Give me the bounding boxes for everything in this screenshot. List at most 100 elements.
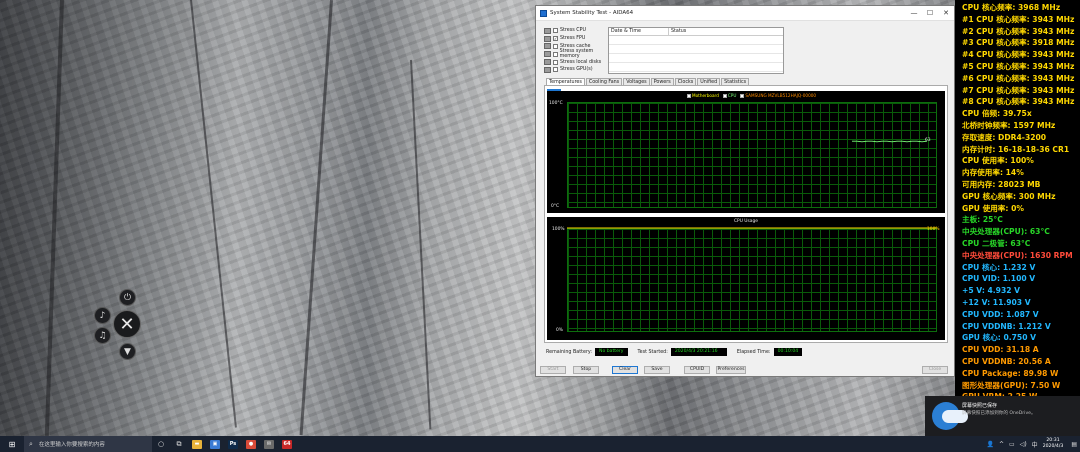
preferences-button[interactable]: Preferences [716, 366, 746, 374]
table-row [609, 63, 783, 72]
osd-sensor-line: CPU Package: 89.98 W [962, 368, 1059, 378]
stress-option-label: Stress system memory [559, 49, 594, 60]
cortana-icon[interactable]: ○ [152, 436, 170, 452]
osd-sensor-line: 存取速度: DDR4-3200 [962, 132, 1047, 142]
toast-body: 屏幕快照已添加到你的 OneDrive。 [962, 411, 1036, 416]
log-table[interactable]: Date & Time Status [608, 27, 784, 74]
stress-checkbox[interactable] [553, 43, 558, 49]
usage-right-label: 100% [927, 227, 940, 232]
osd-sensor-line: #7 CPU 核心频率: 3943 MHz [962, 85, 1075, 95]
start-button[interactable]: Start [540, 366, 566, 374]
tab-cooling-fans[interactable]: Cooling Fans [585, 78, 623, 85]
stress-checkbox[interactable] [552, 51, 558, 57]
chrome-icon[interactable]: ● [242, 436, 260, 452]
test-started-label: Test Started: [637, 349, 668, 355]
aida64-icon[interactable]: 64 [278, 436, 296, 452]
stress-checkbox[interactable] [553, 67, 558, 73]
osd-sensor-line: CPU VDD: 1.087 V [962, 309, 1039, 319]
stress-option[interactable]: Stress system memory [544, 49, 612, 60]
app-glyph: ▬ [192, 439, 202, 449]
rock-crack [299, 0, 333, 436]
stress-option[interactable]: Stress CPU [544, 27, 612, 35]
gadget-volume-icon[interactable]: ♪ [94, 307, 111, 324]
gadget-volume-down-icon[interactable]: ♫ [94, 327, 111, 344]
status-row: Remaining Battery: No battery Test Start… [546, 348, 812, 356]
stress-option-label: Stress CPU [560, 28, 587, 34]
photoshop-icon[interactable]: Ps [224, 436, 242, 452]
rock-crack [410, 59, 432, 430]
osd-sensor-line: 中央处理器(CPU): 63°C [962, 227, 1050, 237]
stress-checkbox[interactable]: ✓ [553, 36, 558, 42]
taskbar: ⊞ ⌕ 在这里输入你要搜索的内容 ○ ⧉ ▬ ▣ Ps ● ✉ 64 👤 ^ ▭ ◁) 中… [0, 436, 1080, 452]
tab-statistics[interactable]: Statistics [721, 78, 750, 85]
minimize-button[interactable]: — [906, 6, 922, 21]
gadget-power-icon[interactable]: ⏻ [119, 289, 136, 306]
stop-button[interactable]: Stop [573, 366, 599, 374]
store-icon[interactable]: ▣ [206, 436, 224, 452]
osd-sensor-line: GPU 核心: 0.750 V [962, 333, 1037, 343]
notification-icon[interactable]: ▤ [1071, 441, 1077, 448]
remaining-battery-label: Remaining Battery: [546, 349, 593, 355]
mail-icon[interactable]: ✉ [260, 436, 278, 452]
tab-unified[interactable]: Unified [697, 78, 721, 85]
sensor-osd-panel: CPU 核心频率: 3968 MHz #1 CPU 核心频率: 3943 MHz #… [955, 0, 1080, 401]
stress-option[interactable]: ✓ Stress FPU [544, 35, 612, 43]
osd-sensor-line: #1 CPU 核心频率: 3943 MHz [962, 14, 1075, 24]
app-glyph: ● [246, 439, 256, 449]
cpuid-button[interactable]: CPUID [684, 366, 710, 374]
gadget-close-icon[interactable]: ✕ [113, 310, 141, 338]
stress-option-label: Stress local disks [560, 59, 602, 65]
file-explorer-icon[interactable]: ▬ [188, 436, 206, 452]
log-table-header: Date & Time Status [609, 28, 783, 36]
temperature-graph: Motherboard CPU SAMSUNG MZVLB512HAJQ-00000… [547, 91, 945, 213]
maximize-button[interactable]: ☐ [922, 6, 938, 21]
osd-sensor-line: #4 CPU 核心频率: 3943 MHz [962, 50, 1075, 60]
stress-option-label: Stress GPU(s) [560, 67, 593, 73]
tab-powers[interactable]: Powers [650, 78, 674, 85]
cpu-temperature-series [852, 140, 928, 143]
stress-checkbox[interactable] [553, 28, 558, 34]
osd-sensor-line: 北桥时钟频率: 1597 MHz [962, 120, 1056, 130]
windows-start-icon[interactable]: ⊞ [0, 436, 24, 452]
app-glyph: Ps [228, 439, 238, 449]
osd-sensor-line: CPU 二极管: 63°C [962, 238, 1031, 248]
stress-checkbox[interactable] [553, 59, 558, 65]
volume-icon[interactable]: ◁) [1020, 441, 1027, 448]
aida64-app-icon [540, 9, 547, 17]
osd-sensor-line: GPU 使用率: 0% [962, 203, 1024, 213]
temp-current-label: 63 [925, 138, 931, 144]
window-titlebar[interactable]: System Stability Test - AIDA64 — ☐ ✕ [536, 6, 954, 21]
clear-button[interactable]: Clear [612, 366, 638, 374]
osd-sensor-line: #5 CPU 核心频率: 3943 MHz [962, 61, 1075, 71]
network-icon[interactable]: ▭ [1009, 441, 1015, 448]
close-window-button[interactable]: ✕ [938, 6, 954, 21]
tab-clocks[interactable]: Clocks [674, 78, 697, 85]
toast-title: 屏幕快照已保存 [962, 403, 998, 409]
col-date-time[interactable]: Date & Time [609, 28, 669, 35]
stress-option[interactable]: Stress GPU(s) [544, 66, 612, 74]
osd-sensor-line: 可用内存: 28023 MB [962, 179, 1041, 189]
osd-sensor-line: CPU 倍频: 39.75x [962, 109, 1032, 119]
osd-sensor-line: CPU VDDNB: 20.56 A [962, 356, 1051, 366]
chevron-up-icon[interactable]: ^ [999, 441, 1004, 448]
taskbar-clock[interactable]: 20:31 2020/4/3 [1043, 438, 1064, 450]
close-button[interactable]: Close [922, 366, 948, 374]
app-glyph: ✉ [264, 439, 274, 449]
people-icon[interactable]: 👤 [987, 441, 994, 448]
stress-option[interactable]: Stress local disks [544, 58, 612, 66]
radial-launcher[interactable]: ⏻ ♪ ♫ ▼ ✕ [94, 289, 162, 360]
taskbar-search-box[interactable]: ⌕ 在这里输入你要搜索的内容 [24, 436, 152, 452]
temperature-plot [852, 140, 928, 143]
osd-sensor-line: CPU 核心频率: 3968 MHz [962, 3, 1061, 12]
save-button[interactable]: Save [644, 366, 670, 374]
osd-sensor-line: 主板: 25°C [962, 215, 1003, 225]
task-view-icon[interactable]: ⧉ [170, 436, 188, 452]
app-glyph: 64 [282, 439, 292, 449]
cpu-usage-graph: CPU Usage 100% 0% 100% [547, 217, 945, 340]
tab-voltages[interactable]: Voltages [623, 78, 650, 85]
tab-panel: Motherboard CPU SAMSUNG MZVLB512HAJQ-00000… [544, 85, 948, 343]
gadget-wifi-icon[interactable]: ▼ [119, 343, 136, 360]
col-status[interactable]: Status [669, 28, 783, 35]
onedrive-toast[interactable]: 屏幕快照已保存 屏幕快照已添加到你的 OneDrive。 [925, 396, 1080, 436]
ime-icon[interactable]: 中 [1032, 440, 1038, 449]
